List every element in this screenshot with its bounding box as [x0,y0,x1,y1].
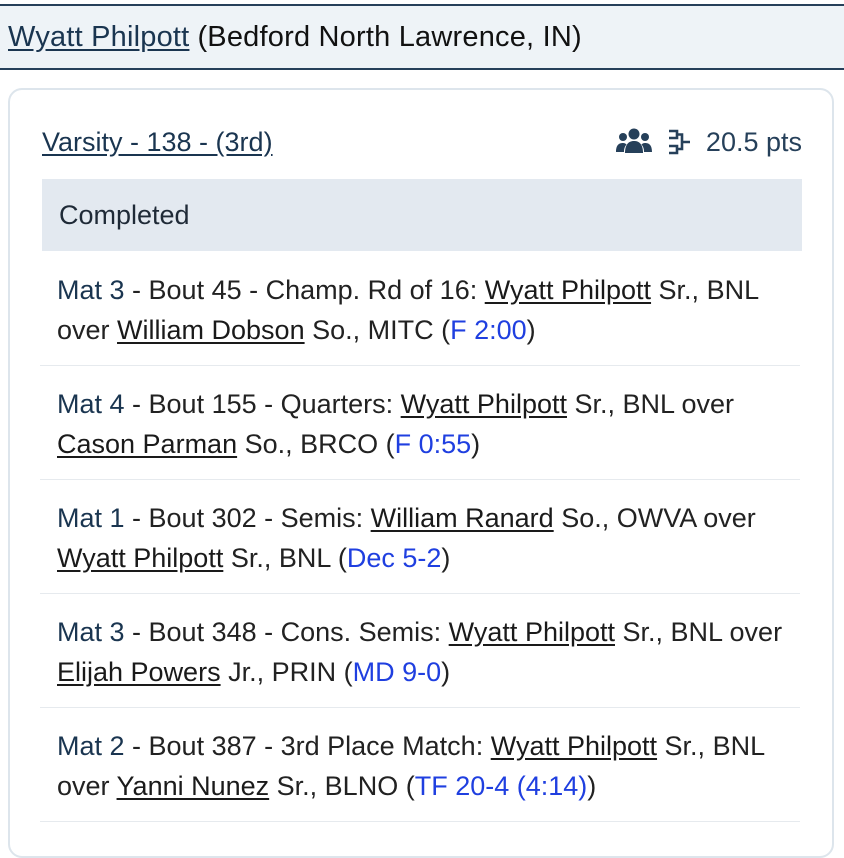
winner-link[interactable]: Wyatt Philpott [401,389,567,419]
result-link[interactable]: F 2:00 [450,315,527,345]
winner-info: So., OWVA over [553,503,756,533]
bout-description: - Bout 348 - Cons. Semis: [124,617,449,647]
loser-info: So., MITC ( [304,315,451,345]
bout-description: - Bout 45 - Champ. Rd of 16: [124,275,485,305]
result-close: ) [526,315,536,345]
result-link[interactable]: TF 20-4 (4:14) [415,771,588,801]
points-value: 20.5 pts [705,126,802,157]
result-close: ) [441,543,451,573]
users-icon[interactable] [615,127,652,157]
result-link[interactable]: MD 9-0 [353,657,442,687]
loser-info: Sr., BNL ( [223,543,347,573]
mat-label: Mat 1 [57,503,125,533]
card-header: Varsity - 138 - (3rd) 20.5 pts [42,112,802,172]
completed-section-header: Completed [42,179,802,251]
mat-label: Mat 4 [57,389,125,419]
wrestler-header: Wyatt Philpott (Bedford North Lawrence, … [0,4,844,70]
winner-link[interactable]: Wyatt Philpott [449,617,615,647]
winner-link[interactable]: Wyatt Philpott [491,731,657,761]
result-close: ) [471,429,481,459]
result-link[interactable]: Dec 5-2 [347,543,442,573]
match-list: Mat 3 - Bout 45 - Champ. Rd of 16: Wyatt… [40,252,800,822]
loser-link[interactable]: Elijah Powers [57,657,221,687]
loser-link[interactable]: Yanni Nunez [117,771,270,801]
winner-link[interactable]: Wyatt Philpott [485,275,651,305]
wrestler-name-link[interactable]: Wyatt Philpott [8,21,189,54]
list-item: Mat 4 - Bout 155 - Quarters: Wyatt Philp… [40,366,800,480]
mat-label: Mat 2 [57,731,125,761]
winner-info: Sr., BNL over [566,389,735,419]
result-link[interactable]: F 0:55 [395,429,472,459]
list-item: Mat 3 - Bout 348 - Cons. Semis: Wyatt Ph… [40,594,800,708]
result-close: ) [587,771,597,801]
bout-description: - Bout 387 - 3rd Place Match: [124,731,491,761]
winner-info: Sr., BNL over [615,617,783,647]
loser-info: So., BRCO ( [237,429,395,459]
card-meta: 20.5 pts [615,126,802,158]
bout-description: - Bout 155 - Quarters: [124,389,401,419]
school-label: (Bedford North Lawrence, IN) [197,20,582,53]
result-close: ) [441,657,451,687]
mat-label: Mat 3 [57,617,125,647]
mat-label: Mat 3 [57,275,125,305]
division-link[interactable]: Varsity - 138 - (3rd) [42,127,273,158]
bracket-icon[interactable] [666,128,692,156]
loser-link[interactable]: William Dobson [117,315,305,345]
loser-info: Jr., PRIN ( [220,657,353,687]
loser-info: Sr., BLNO ( [269,771,415,801]
list-item: Mat 2 - Bout 387 - 3rd Place Match: Wyat… [40,708,800,822]
loser-link[interactable]: Cason Parman [57,429,237,459]
bout-description: - Bout 302 - Semis: [124,503,371,533]
list-item: Mat 3 - Bout 45 - Champ. Rd of 16: Wyatt… [40,252,800,366]
list-item: Mat 1 - Bout 302 - Semis: William Ranard… [40,480,800,594]
winner-link[interactable]: William Ranard [371,503,554,533]
loser-link[interactable]: Wyatt Philpott [57,543,223,573]
